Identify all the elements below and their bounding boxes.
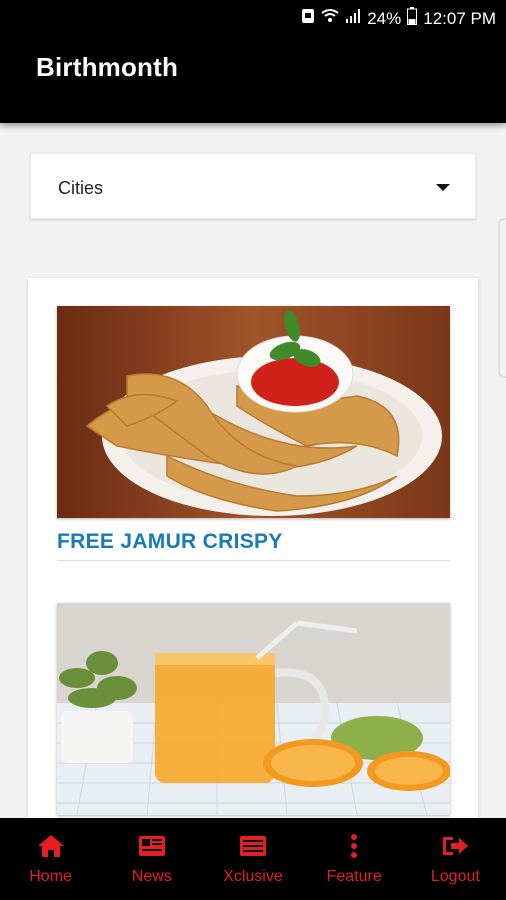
nav-xclusive-label: Xclusive — [223, 868, 283, 885]
app-title: Birthmonth — [36, 52, 179, 82]
status-icons: 24% 12:07 PM — [301, 7, 496, 30]
nav-logout-label: Logout — [430, 868, 480, 885]
nav-news[interactable]: News — [102, 818, 202, 900]
nav-feature[interactable]: Feature — [304, 818, 404, 900]
caret-down-icon — [436, 184, 450, 191]
clock: 12:07 PM — [423, 8, 496, 28]
dropdown-selected-value: Cities — [58, 178, 104, 198]
logout-icon — [441, 832, 469, 860]
post-card[interactable]: FREE JAMUR CRISPY — [57, 306, 450, 561]
notification-icon — [301, 8, 315, 29]
nav-xclusive[interactable]: Xclusive — [203, 818, 303, 900]
home-icon — [37, 832, 65, 860]
xclusive-icon — [239, 832, 267, 860]
nav-logout[interactable]: Logout — [405, 818, 505, 900]
post-card[interactable] — [57, 603, 450, 815]
app-bar: Birthmonth — [0, 34, 506, 123]
bottom-navigation: Home News Xclusive Feature Logout — [0, 818, 506, 900]
nav-home[interactable]: Home — [1, 818, 101, 900]
battery-icon — [407, 7, 418, 30]
more-vertical-icon — [340, 832, 368, 860]
post-image-orange-juice[interactable] — [57, 603, 450, 815]
divider — [57, 560, 450, 561]
post-title[interactable]: FREE JAMUR CRISPY — [57, 530, 450, 554]
nav-home-label: Home — [29, 868, 72, 885]
post-list[interactable]: FREE JAMUR CRISPY — [28, 278, 478, 823]
signal-icon — [345, 8, 361, 29]
status-bar: 24% 12:07 PM — [0, 0, 506, 34]
nav-news-label: News — [131, 868, 172, 885]
news-icon — [138, 832, 166, 860]
scroll-edge-indicator — [498, 218, 506, 378]
post-image-fried-mushroom[interactable] — [57, 306, 450, 518]
wifi-icon — [321, 8, 339, 29]
nav-feature-label: Feature — [326, 868, 382, 885]
battery-percent: 24% — [367, 8, 402, 28]
cities-dropdown[interactable]: Cities — [30, 153, 476, 219]
